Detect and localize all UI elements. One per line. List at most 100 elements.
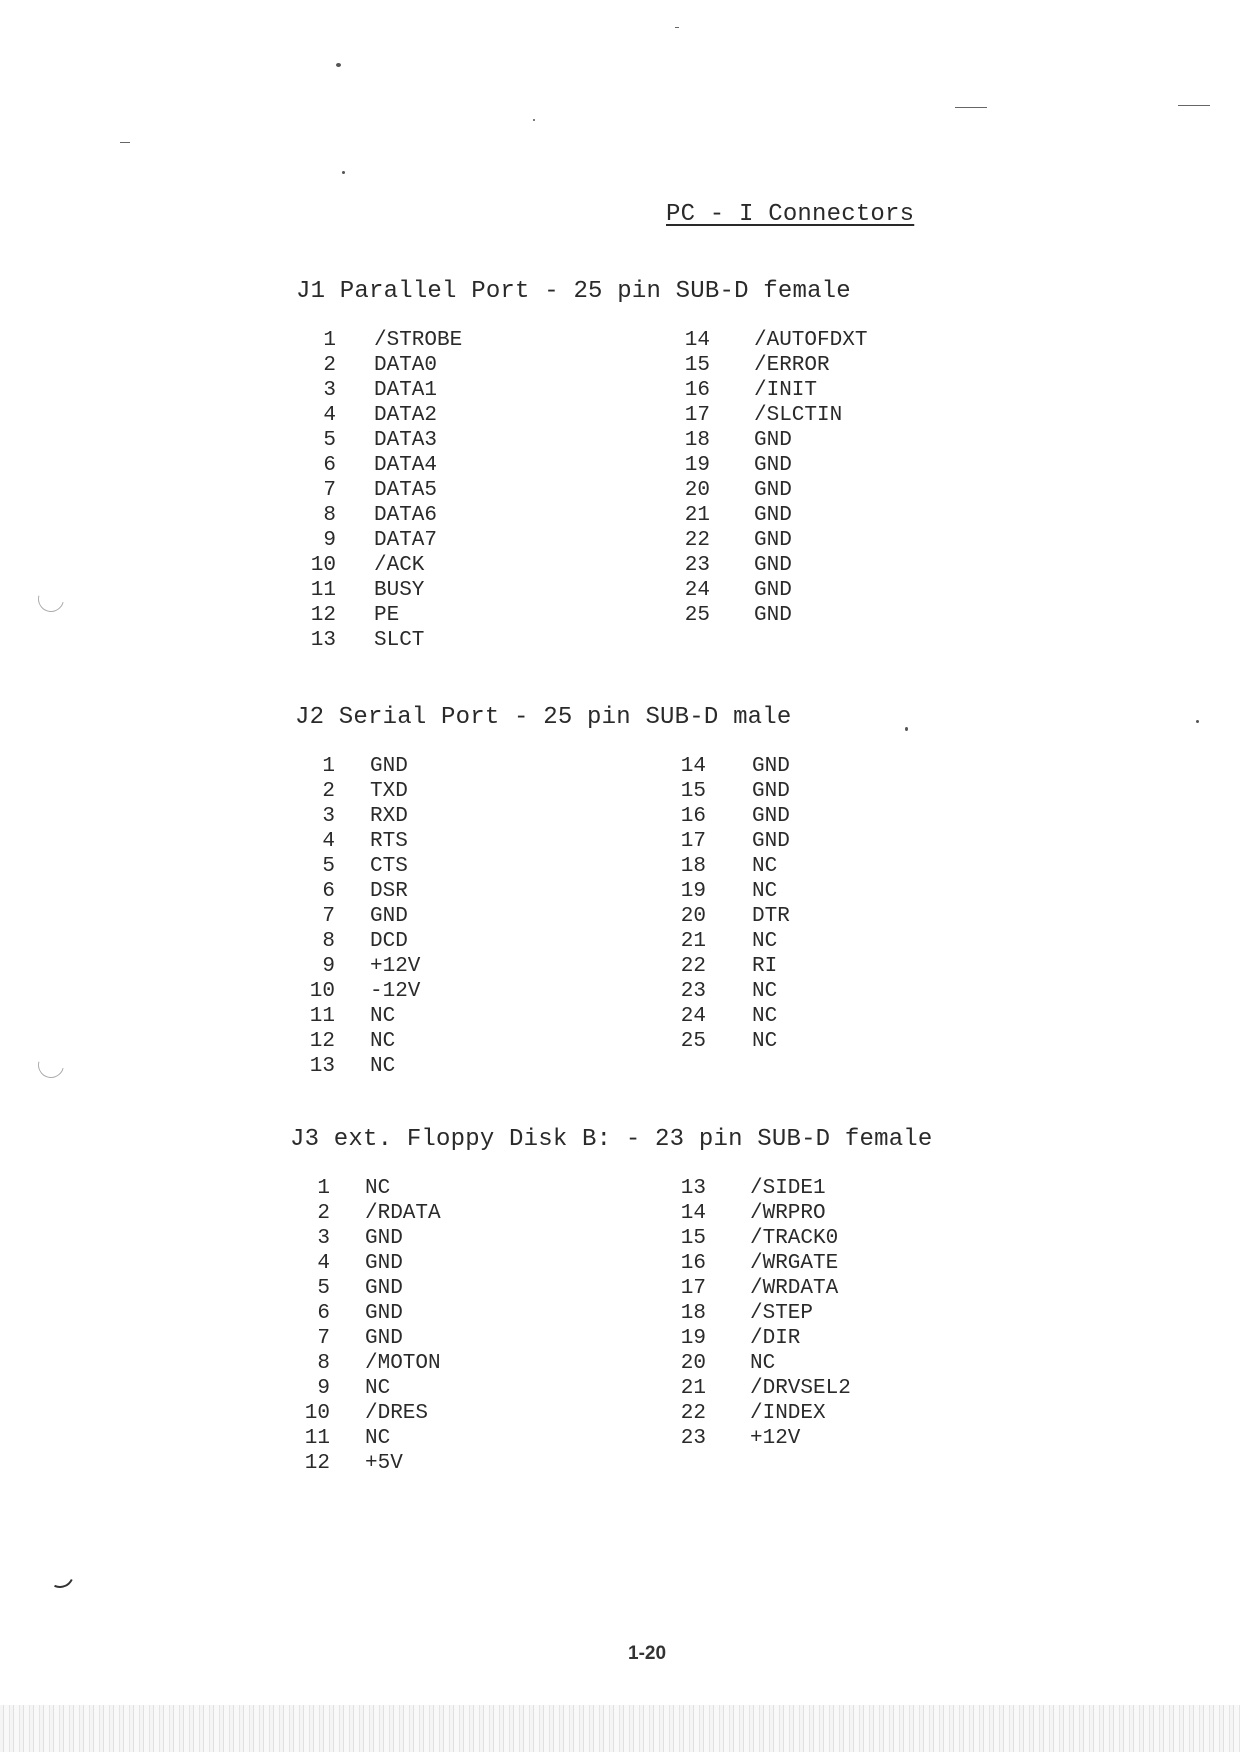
pin-signal: /AUTOFDXT bbox=[754, 329, 868, 352]
scan-mark bbox=[1178, 105, 1210, 106]
pin-number: 14 bbox=[680, 1202, 706, 1225]
pin-signal: RI bbox=[752, 955, 778, 978]
pin-signal: SLCT bbox=[374, 629, 425, 652]
pin-signal: GND bbox=[365, 1227, 403, 1250]
pin-signal: PE bbox=[374, 604, 400, 627]
pin-number: 19 bbox=[684, 454, 710, 477]
scan-speck bbox=[905, 727, 908, 731]
pin-number: 6 bbox=[322, 880, 335, 903]
pin-signal: GND bbox=[754, 429, 792, 452]
pin-number: 2 bbox=[322, 780, 335, 803]
pin-number: 22 bbox=[680, 955, 706, 978]
pin-number: 23 bbox=[684, 554, 710, 577]
pin-number: 1 bbox=[323, 329, 336, 352]
pin-signal: RTS bbox=[370, 830, 408, 853]
pin-signal: GND bbox=[752, 755, 790, 778]
pin-signal: DATA1 bbox=[374, 379, 438, 402]
scan-artifact-strip bbox=[0, 1705, 1240, 1752]
pin-number: 20 bbox=[684, 479, 710, 502]
pin-number: 2 bbox=[317, 1202, 330, 1225]
pin-number: 12 bbox=[304, 1452, 330, 1475]
pin-signal: GND bbox=[754, 529, 792, 552]
connector-section-j2: J2 Serial Port - 25 pin SUB-D male 1 GND 1… bbox=[295, 704, 791, 1078]
pin-number: 16 bbox=[684, 379, 710, 402]
punch-hole-mark bbox=[33, 1047, 69, 1083]
pin-number: 24 bbox=[680, 1005, 706, 1028]
pin-number: 3 bbox=[323, 379, 336, 402]
section-heading: J1 Parallel Port - 25 pin SUB-D female bbox=[296, 278, 851, 305]
scan-mark bbox=[120, 142, 130, 143]
connector-section-j1: J1 Parallel Port - 25 pin SUB-D female 1… bbox=[296, 278, 867, 652]
pin-signal: /DRVSEL2 bbox=[750, 1377, 851, 1400]
scan-speck bbox=[336, 63, 341, 67]
pin-number: 25 bbox=[684, 604, 710, 627]
scan-speck bbox=[1196, 720, 1199, 723]
pin-signal: RXD bbox=[370, 805, 408, 828]
pin-number: 7 bbox=[322, 905, 335, 928]
pin-number: 4 bbox=[323, 404, 336, 427]
pin-number: 7 bbox=[323, 479, 336, 502]
pin-number: 15 bbox=[680, 1227, 706, 1250]
pin-number: 2 bbox=[323, 354, 336, 377]
pin-number: 9 bbox=[323, 529, 336, 552]
section-heading: J3 ext. Floppy Disk B: - 23 pin SUB-D fe… bbox=[290, 1126, 933, 1153]
pin-signal: GND bbox=[754, 579, 792, 602]
pin-signal: GND bbox=[754, 504, 792, 527]
pin-number: 8 bbox=[322, 930, 335, 953]
pin-number: 17 bbox=[680, 830, 706, 853]
scan-speck bbox=[533, 119, 535, 121]
pin-signal: GND bbox=[370, 905, 408, 928]
pin-signal: DATA4 bbox=[374, 454, 438, 477]
pin-signal: GND bbox=[365, 1302, 403, 1325]
page-number: 1-20 bbox=[628, 1643, 667, 1664]
pin-signal: GND bbox=[754, 479, 792, 502]
pin-number: 20 bbox=[680, 1352, 706, 1375]
pin-signal: /INIT bbox=[754, 379, 818, 402]
pin-number: 19 bbox=[680, 1327, 706, 1350]
pin-signal: /INDEX bbox=[750, 1402, 826, 1425]
pin-signal: +5V bbox=[365, 1452, 403, 1475]
pin-signal: -12V bbox=[370, 980, 421, 1003]
pin-number: 13 bbox=[310, 629, 336, 652]
pin-number: 10 bbox=[309, 980, 335, 1003]
pin-signal: NC bbox=[752, 1030, 778, 1053]
pin-number: 15 bbox=[684, 354, 710, 377]
connector-section-j3: J3 ext. Floppy Disk B: - 23 pin SUB-D fe… bbox=[290, 1126, 933, 1475]
pin-signal: DATA7 bbox=[374, 529, 438, 552]
pin-number: 7 bbox=[317, 1327, 330, 1350]
pin-signal: NC bbox=[750, 1352, 776, 1375]
pin-number: 21 bbox=[684, 504, 710, 527]
pin-number: 22 bbox=[680, 1402, 706, 1425]
pin-number: 23 bbox=[680, 1427, 706, 1450]
pin-signal: /DIR bbox=[750, 1327, 801, 1350]
pin-signal: GND bbox=[370, 755, 408, 778]
punch-hole-mark bbox=[42, 1556, 78, 1592]
pin-signal: /RDATA bbox=[365, 1202, 441, 1225]
pin-number: 11 bbox=[310, 579, 336, 602]
pin-signal: NC bbox=[365, 1427, 391, 1450]
pin-signal: GND bbox=[365, 1277, 403, 1300]
pin-signal: /ACK bbox=[374, 554, 425, 577]
pin-signal: NC bbox=[370, 1030, 396, 1053]
pin-signal: NC bbox=[752, 1005, 778, 1028]
pin-number: 13 bbox=[309, 1055, 335, 1078]
pin-signal: GND bbox=[752, 805, 790, 828]
pin-number: 5 bbox=[317, 1277, 330, 1300]
pin-number: 10 bbox=[310, 554, 336, 577]
pin-signal: DSR bbox=[370, 880, 408, 903]
punch-hole-mark bbox=[33, 581, 69, 617]
scan-speck bbox=[342, 171, 345, 174]
pin-number: 23 bbox=[680, 980, 706, 1003]
pin-number: 14 bbox=[684, 329, 710, 352]
pin-number: 19 bbox=[680, 880, 706, 903]
pin-signal: GND bbox=[365, 1252, 403, 1275]
pin-number: 3 bbox=[322, 805, 335, 828]
pin-number: 25 bbox=[680, 1030, 706, 1053]
pin-signal: DTR bbox=[752, 905, 790, 928]
pin-signal: /TRACK0 bbox=[750, 1227, 839, 1250]
pin-number: 1 bbox=[317, 1177, 330, 1200]
pin-signal: NC bbox=[752, 855, 778, 878]
pin-signal: NC bbox=[370, 1005, 396, 1028]
pin-number: 15 bbox=[680, 780, 706, 803]
pin-signal: NC bbox=[752, 930, 778, 953]
